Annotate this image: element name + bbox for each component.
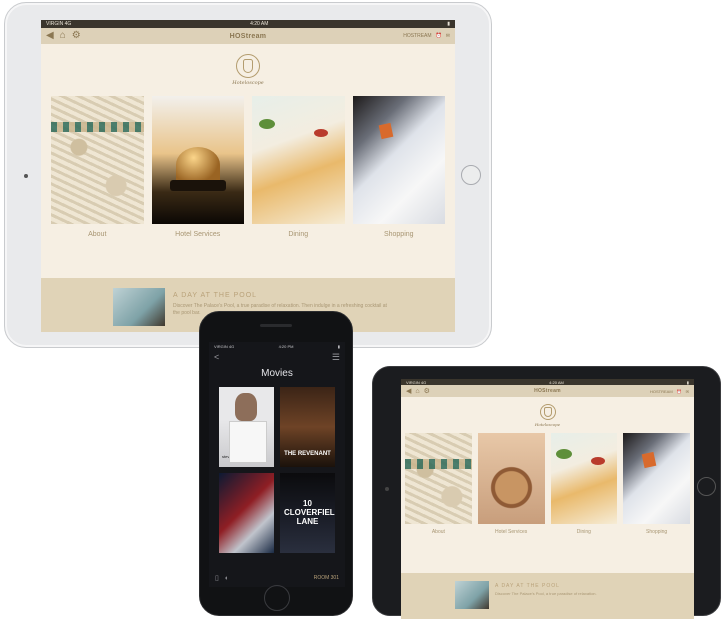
movie-grid: steve jobs THE REVENANT 10 CLOVERFIELD L… (209, 387, 345, 553)
tile-dining[interactable]: Dining (550, 433, 618, 535)
app-navbar: ◀ ⌂ ⚙ HOStream HOSTREAM ⏰ ✉ (401, 385, 694, 397)
earpiece-speaker (260, 324, 292, 327)
movie-poster-the-revenant[interactable]: THE REVENANT (280, 387, 335, 467)
menu-icon[interactable]: ☰ (332, 352, 340, 363)
poster-caption: THE REVENANT (284, 451, 331, 457)
promo-text: Discover The Palace's Pool, a true parad… (495, 591, 597, 596)
tile-label: Shopping (383, 231, 414, 238)
shopping-image (623, 433, 690, 524)
promo-title: A DAY AT THE POOL (495, 583, 560, 589)
front-camera (385, 487, 389, 491)
home-button[interactable] (264, 585, 290, 611)
category-tiles: About Hotel Services Dining Shopping (41, 96, 455, 238)
tile-label: Hotel Services (175, 231, 221, 238)
tile-shopping[interactable]: Shopping (352, 96, 445, 238)
dining-image (252, 96, 345, 224)
service-bell-image (477, 433, 545, 524)
tile-label: Dining (288, 231, 309, 238)
app-navbar: ◀ ⌂ ⚙ HOStream HOSTREAM ⏰ ✉ (41, 28, 455, 44)
app-title: HOStream (534, 388, 561, 394)
carrier-label: VIRGIN 4G (406, 379, 427, 385)
about-image (405, 433, 472, 524)
back-chevron-icon[interactable]: < (214, 352, 219, 362)
ipad-screen: VIRGIN 4G 4:20 AM ▮ ◀ ⌂ ⚙ HOStream HOSTR… (401, 379, 694, 619)
settings-icon[interactable]: ◐ (225, 575, 229, 582)
silver-ipad-device: VIRGIN 4G 4:20 AM ▮ ◀ ⌂ ⚙ HOStream HOSTR… (4, 2, 492, 348)
crest-icon (539, 403, 556, 420)
home-button[interactable] (697, 477, 716, 496)
page-title: Movies (261, 368, 293, 379)
movie-poster-batman-v-superman[interactable] (219, 473, 274, 553)
iphone-device: VIRGIN 4G 4:20 PM ▮ < ☰ Movies steve job… (199, 311, 353, 616)
phone-navbar: < ☰ (209, 350, 345, 364)
app-title: HOStream (229, 32, 267, 40)
about-image (51, 96, 144, 224)
tile-shopping[interactable]: Shopping (623, 433, 690, 535)
battery-icon: ▮ (337, 343, 340, 349)
tile-label: About (431, 529, 445, 535)
tile-dining[interactable]: Dining (252, 96, 345, 238)
promo-title: A DAY AT THE POOL (173, 292, 258, 299)
iphone-screen: VIRGIN 4G 4:20 PM ▮ < ☰ Movies steve job… (209, 342, 345, 587)
phone-icon[interactable]: ▯ (215, 574, 219, 582)
promo-thumbnail (113, 288, 165, 326)
clock-label: 4:20 AM (549, 379, 564, 385)
promo-thumbnail (455, 581, 489, 609)
tile-about[interactable]: About (51, 96, 144, 238)
service-bell-image (151, 96, 244, 224)
tile-label: Hotel Services (495, 529, 528, 535)
movie-poster-10-cloverfield-lane[interactable]: 10 CLOVERFIELD LANE (280, 473, 335, 553)
carrier-label: VIRGIN 4G (46, 21, 72, 27)
poster-caption: 10 CLOVERFIELD LANE (284, 499, 335, 526)
tile-hotel-services[interactable]: Hotel Services (477, 433, 545, 535)
poster-caption: steve jobs (222, 454, 241, 459)
promo-banner[interactable]: A DAY AT THE POOL Discover The Palace's … (401, 573, 694, 619)
front-camera (24, 174, 28, 178)
logo-text: Hoteloscope (232, 80, 264, 86)
tile-hotel-services[interactable]: Hotel Services (151, 96, 244, 238)
shopping-image (352, 96, 445, 224)
tile-about[interactable]: About (405, 433, 472, 535)
category-tiles: About Hotel Services Dining Shopping (401, 433, 694, 535)
tile-label: Shopping (646, 529, 668, 535)
status-bar: VIRGIN 4G 4:20 PM ▮ (209, 342, 345, 350)
home-button[interactable] (461, 165, 481, 185)
tile-label: About (88, 231, 107, 238)
battery-icon: ▮ (447, 21, 450, 27)
clock-label: 4:20 AM (250, 21, 269, 27)
movie-poster-steve-jobs[interactable]: steve jobs (219, 387, 274, 467)
carrier-label: VIRGIN 4G (214, 343, 235, 349)
status-bar: VIRGIN 4G 4:20 AM ▮ (41, 20, 455, 28)
dining-image (550, 433, 618, 524)
black-ipad-device: VIRGIN 4G 4:20 AM ▮ ◀ ⌂ ⚙ HOStream HOSTR… (372, 366, 721, 619)
crest-icon (236, 54, 260, 78)
tile-label: Dining (576, 529, 591, 535)
ipad-screen: VIRGIN 4G 4:20 AM ▮ ◀ ⌂ ⚙ HOStream HOSTR… (41, 20, 455, 332)
battery-icon: ▮ (686, 379, 689, 385)
hotel-logo: Hoteloscope (41, 44, 455, 96)
clock-label: 4:20 PM (278, 343, 294, 349)
hotel-logo: Hoteloscope (401, 397, 694, 433)
logo-text: Hoteloscope (534, 421, 561, 427)
room-number: ROOM 301 (313, 575, 339, 581)
